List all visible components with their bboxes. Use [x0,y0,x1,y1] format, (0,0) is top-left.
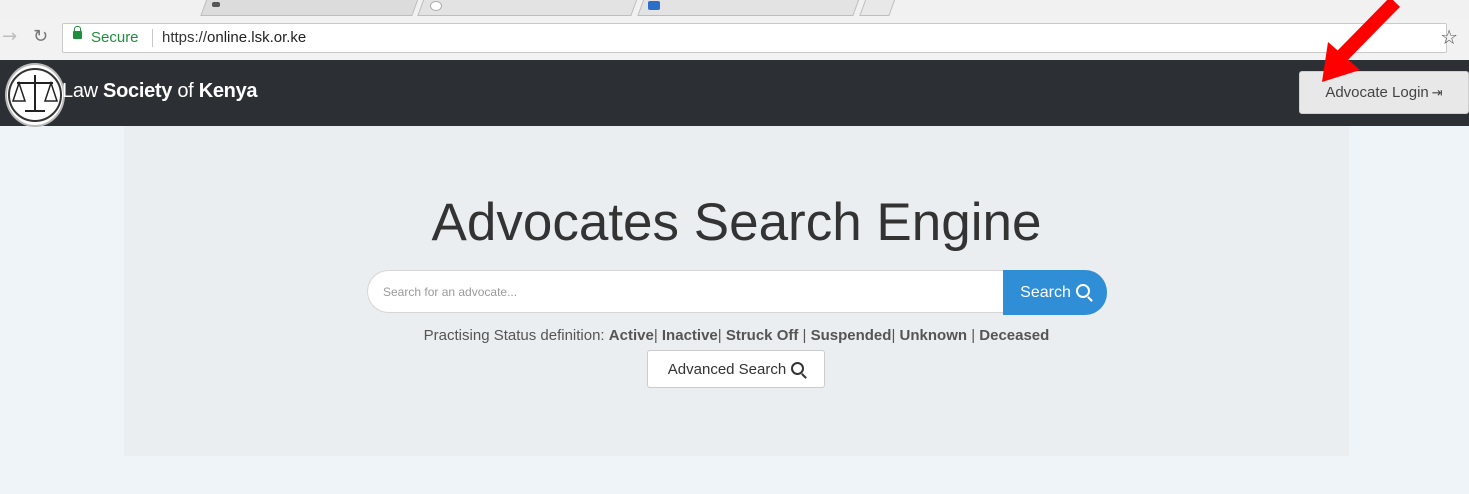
forward-icon[interactable]: → [2,26,17,47]
tab-favicon-icon [648,1,660,10]
url-scheme: https:// [162,29,208,46]
sign-in-icon: ⇥ [1431,86,1443,101]
url-text[interactable]: https://online.lsk.or.ke [162,29,306,46]
status-prefix: Practising Status definition: [423,327,605,344]
page-title: Advocates Search Engine [431,193,1042,252]
reload-icon[interactable]: ↻ [33,26,48,47]
new-tab-button[interactable] [859,0,899,16]
search-button-label: Search [1020,283,1071,301]
url-host: online.lsk.or.ke [207,29,307,46]
search-icon [1075,283,1090,298]
browser-toolbar: → ↻ Secure https://online.lsk.or.ke ☆ [0,18,1469,61]
status-definition: Practising Status definition: Active| In… [423,327,1050,344]
search-icon [791,361,805,375]
annotation-arrow-icon [1322,0,1400,82]
status-link-deceased[interactable]: Deceased [979,327,1049,344]
tab-favicon-icon [430,1,442,11]
site-navbar: Law Society of Kenya Advocate Login ⇥ [0,60,1469,127]
search-button[interactable]: Search [1003,270,1107,315]
brand-text: Kenya [198,80,258,102]
status-link-suspended[interactable]: Suspended [811,327,892,344]
search-bar: Search [367,270,1107,315]
star-icon[interactable]: ☆ [1440,25,1458,49]
browser-tab[interactable] [417,0,641,16]
brand-text: Law [62,80,104,102]
brand-text: Society [103,80,173,102]
status-link-active[interactable]: Active [609,327,654,344]
browser-tab[interactable] [200,0,422,16]
search-input[interactable] [367,270,1003,313]
brand-text: of [172,80,199,102]
browser-tab-strip [0,0,1469,18]
site-brand[interactable]: Law Society of Kenya [62,80,258,103]
advanced-search-label: Advanced Search [667,360,787,378]
browser-tab[interactable] [637,0,863,16]
address-bar[interactable]: Secure https://online.lsk.or.ke ☆ [62,23,1458,53]
search-jumbotron: Advocates Search Engine Search Practisin… [124,126,1349,456]
secure-label: Secure [91,29,139,46]
status-link-inactive[interactable]: Inactive [662,327,718,344]
status-link-struck-off[interactable]: Struck Off [726,327,799,344]
lsk-logo[interactable] [5,63,65,127]
lock-icon [73,26,82,39]
tab-favicon-icon [212,2,220,7]
advanced-search-button[interactable]: Advanced Search [647,350,825,388]
address-divider [152,29,153,47]
status-link-unknown[interactable]: Unknown [900,327,968,344]
